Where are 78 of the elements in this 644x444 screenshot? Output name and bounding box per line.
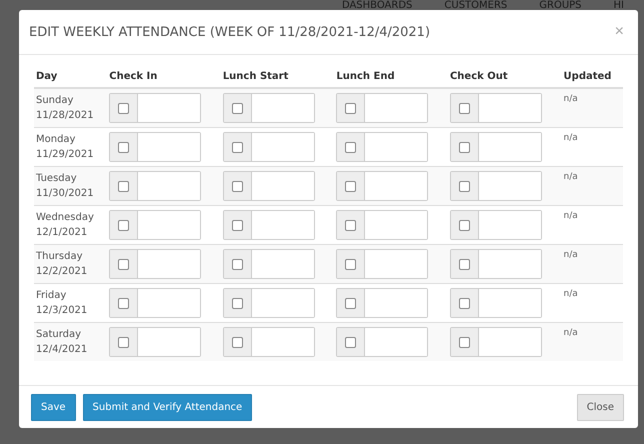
checkbox[interactable] [118,336,130,348]
checkbox[interactable] [458,258,470,270]
checkbox[interactable] [232,102,243,114]
time-field[interactable] [450,288,542,318]
checkbox[interactable] [232,180,243,192]
time-field[interactable] [450,93,542,123]
time-field[interactable] [450,210,542,240]
checkbox[interactable] [345,220,356,230]
time-field[interactable] [222,171,315,201]
time-field[interactable] [109,288,202,318]
action-button[interactable]: Save [31,394,76,420]
checkbox[interactable] [232,220,243,230]
time-field[interactable] [450,171,542,201]
day-label: Tuesday 11/30/2021 [36,172,94,201]
checkbox[interactable] [232,336,243,348]
nav-link[interactable]: GROUPS [539,2,582,10]
updated-value: n/a [564,172,578,182]
time-field[interactable] [336,288,428,318]
close-button[interactable]: Close [576,394,624,420]
updated-value: n/a [564,250,578,260]
time-field[interactable] [222,132,315,162]
time-field[interactable] [450,249,542,279]
time-field[interactable] [222,288,315,318]
checkbox[interactable] [458,102,470,114]
checkbox[interactable] [345,142,356,152]
checkbox[interactable] [458,220,470,230]
checkbox[interactable] [345,298,356,308]
day-label: Saturday 12/4/2021 [36,328,88,357]
time-field[interactable] [109,249,202,279]
time-field[interactable] [336,210,428,240]
modal-title: EDIT WEEKLY ATTENDANCE (WEEK OF 11/28/2021-12/4/2021) [29,24,430,40]
day-label: Wednesday 12/1/2021 [36,211,94,240]
checkbox[interactable] [118,220,130,230]
time-field[interactable] [222,93,315,123]
time-field[interactable] [109,132,202,162]
time-field[interactable] [450,327,542,357]
time-field[interactable] [336,327,428,357]
day-label: Friday 12/3/2021 [36,289,88,318]
time-field[interactable] [222,327,315,357]
updated-value: n/a [564,328,578,338]
time-field[interactable] [109,93,202,123]
updated-value: n/a [564,289,578,299]
checkbox[interactable] [118,258,130,270]
checkbox[interactable] [458,336,470,348]
time-field[interactable] [336,93,428,123]
checkbox[interactable] [458,298,470,308]
nav-link[interactable]: HI [614,2,624,10]
action-button[interactable]: Submit and Verify Attendance [82,394,252,420]
day-label: Thursday 12/2/2021 [36,250,88,279]
checkbox[interactable] [458,142,470,152]
checkbox[interactable] [118,102,130,114]
updated-value: n/a [564,94,578,104]
day-label: Monday 11/29/2021 [36,133,94,162]
checkbox[interactable] [345,258,356,270]
nav-link[interactable]: DASHBOARDS [342,2,412,10]
checkbox[interactable] [458,180,470,192]
checkbox[interactable] [345,180,356,192]
time-field[interactable] [336,249,428,279]
time-field[interactable] [336,171,428,201]
checkbox[interactable] [232,298,243,308]
nav-link[interactable]: CUSTOMERS [444,2,508,10]
time-field[interactable] [336,132,428,162]
time-field[interactable] [109,210,202,240]
updated-value: n/a [564,133,578,143]
time-field[interactable] [222,210,315,240]
time-field[interactable] [450,132,542,162]
checkbox[interactable] [232,258,243,270]
time-field[interactable] [109,171,202,201]
time-field[interactable] [109,327,202,357]
time-field[interactable] [222,249,315,279]
checkbox[interactable] [345,102,356,114]
checkbox[interactable] [118,142,130,152]
checkbox[interactable] [118,298,130,308]
checkbox[interactable] [345,336,356,348]
checkbox[interactable] [232,142,243,152]
updated-value: n/a [564,211,578,221]
day-label: Sunday 11/28/2021 [36,94,94,123]
checkbox[interactable] [118,180,130,192]
